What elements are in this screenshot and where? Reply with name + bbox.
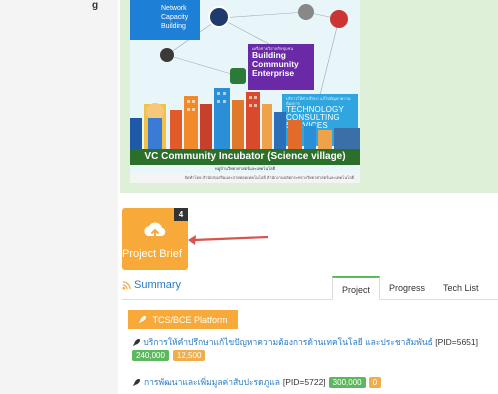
tab-project[interactable]: Project bbox=[332, 276, 381, 300]
tcs-bce-platform-button[interactable]: TCS/BCE Platform bbox=[128, 310, 238, 329]
project-values: 240,000 12,500 bbox=[132, 350, 206, 361]
left-sidebar: g bbox=[0, 0, 118, 394]
cloud-upload-icon bbox=[144, 222, 166, 239]
count-badge: 4 bbox=[174, 208, 188, 221]
project-pid: [PID=5651] bbox=[435, 337, 478, 347]
project-pid: [PID=5722] bbox=[282, 377, 326, 387]
project-row[interactable]: บริการให้คำปรึกษาแก้ไขปัญหาความต้องการด้… bbox=[132, 336, 492, 348]
summary-title: Summary bbox=[134, 279, 182, 291]
tab-tech-list[interactable]: Tech List bbox=[434, 276, 488, 300]
poster-subtitle: หมู่บ้านวิทยาศาสตร์และเทคโนโลยี bbox=[215, 166, 275, 171]
sidebar-text-fragment: g bbox=[92, 0, 99, 11]
secondary-value-badge: 0 bbox=[368, 376, 382, 388]
red-arrow-annotation bbox=[188, 235, 269, 245]
project-brief-tile[interactable]: 4 Project Brief bbox=[122, 208, 188, 270]
project-brief-label: Project Brief bbox=[122, 248, 182, 260]
project-title-link[interactable]: การพัฒนาและเพิ่มมูลค่าสับปะรดภูแล bbox=[144, 375, 280, 389]
budget-value-badge: 240,000 bbox=[132, 350, 169, 361]
summary-tabs: Project Progress Tech List bbox=[332, 276, 488, 300]
project-poster-image: Network Capacity Building เครือข่ายวิสาห… bbox=[130, 0, 360, 183]
rss-icon bbox=[122, 280, 131, 290]
tab-progress[interactable]: Progress bbox=[380, 276, 434, 300]
summary-heading: Summary bbox=[122, 279, 181, 291]
page: g Network Capacity Building เครือข่ายวิส… bbox=[0, 0, 498, 394]
rocket-icon bbox=[139, 315, 147, 324]
secondary-value-badge: 12,500 bbox=[172, 350, 206, 361]
project-row[interactable]: การพัฒนาและเพิ่มมูลค่าสับปะรดภูแล [PID=5… bbox=[132, 375, 382, 389]
project-title-link[interactable]: บริการให้คำปรึกษาแก้ไขปัญหาความต้องการด้… bbox=[143, 337, 432, 347]
poster-title-band: VC Community Incubator (Science village) bbox=[130, 149, 360, 165]
poster-footer: จัดทำโดย สำนักส่งเสริมและถ่ายทอดเทคโนโลย… bbox=[130, 173, 360, 183]
rocket-icon bbox=[132, 339, 141, 347]
budget-value-badge: 300,000 bbox=[328, 376, 366, 388]
platform-button-label: TCS/BCE Platform bbox=[152, 314, 228, 325]
rocket-icon bbox=[132, 378, 141, 386]
